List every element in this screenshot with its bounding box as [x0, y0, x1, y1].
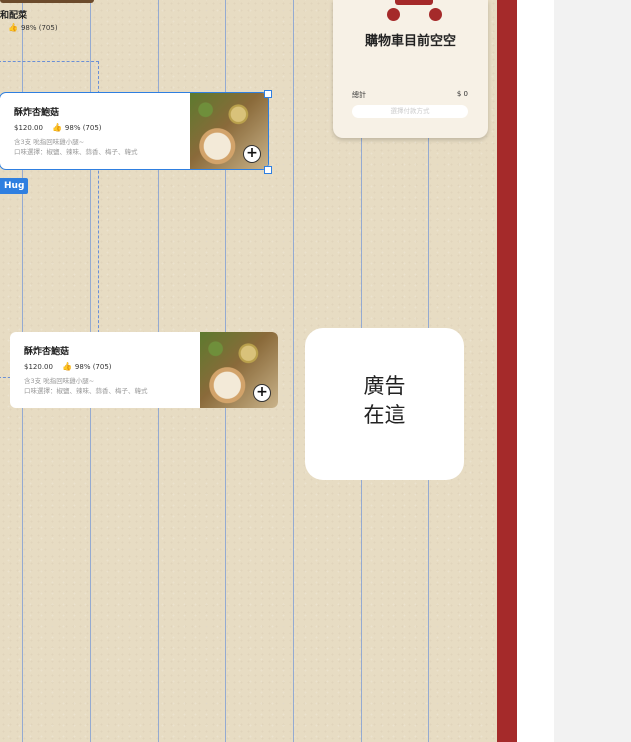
cart-total-label: 總計: [352, 91, 366, 99]
description-line: 口味選擇：椒鹽、辣味、蒜香、梅子、韓式: [14, 148, 138, 156]
product-price-rating: $120.00 👍 98% (705): [14, 123, 102, 132]
product-card-selected[interactable]: 酥炸杏鮑菇 $120.00 👍 98% (705) 含3支 吮指回味雞小腿~ 口…: [0, 92, 269, 170]
choose-payment-button[interactable]: 選擇付款方式: [352, 105, 468, 118]
product-card[interactable]: 酥炸杏鮑菇 $120.00 👍 98% (705) 含3支 吮指回味雞小腿~ 口…: [10, 332, 278, 408]
rating-text: 98% (705): [74, 362, 112, 371]
product-rating: 👍 98% (705): [8, 23, 58, 32]
product-name: 酥炸杏鮑菇: [14, 108, 60, 118]
rating-text: 98% (705): [20, 23, 58, 32]
canvas-gap: [517, 0, 554, 742]
ad-line: 廣告: [363, 374, 406, 398]
product-price-rating: $120.00 👍 98% (705): [24, 362, 112, 371]
cart-icon: [387, 0, 445, 24]
product-description: 含3支 吮指回味雞小腿~ 口味選擇：椒鹽、辣味、蒜香、梅子、韓式: [14, 137, 138, 157]
hug-badge[interactable]: Hug: [0, 178, 29, 194]
selection-handle[interactable]: [264, 90, 272, 98]
accent-bar: [497, 0, 517, 742]
cart-total-value: $ 0: [456, 90, 468, 98]
description-line: 含3支 吮指回味雞小腿~: [14, 138, 85, 146]
add-to-cart-button[interactable]: +: [243, 145, 261, 163]
thumbs-up-icon: 👍: [51, 123, 62, 132]
add-to-cart-button[interactable]: +: [253, 384, 271, 402]
product-image[interactable]: [0, 0, 94, 3]
selection-handle[interactable]: [264, 166, 272, 174]
description-line: 口味選擇：椒鹽、辣味、蒜香、梅子、韓式: [24, 387, 148, 395]
ad-line: 在這: [363, 403, 406, 427]
rating-text: 98% (705): [64, 123, 102, 132]
cart-title: 購物車目前空空: [364, 34, 456, 49]
product-title: 和配菜: [0, 11, 28, 21]
thumbs-up-icon: 👍: [8, 23, 18, 32]
product-name: 酥炸杏鮑菇: [24, 347, 70, 357]
thumbs-up-icon: 👍: [61, 362, 72, 371]
side-panel: [554, 0, 631, 742]
product-price: $120.00: [24, 362, 53, 371]
product-price: $120.00: [14, 123, 43, 132]
ad-text: 廣告 在這: [305, 372, 464, 430]
product-description: 含3支 吮指回味雞小腿~ 口味選擇：椒鹽、辣味、蒜香、梅子、韓式: [24, 376, 148, 396]
layout-guide: [293, 0, 294, 742]
description-line: 含3支 吮指回味雞小腿~: [24, 377, 95, 385]
